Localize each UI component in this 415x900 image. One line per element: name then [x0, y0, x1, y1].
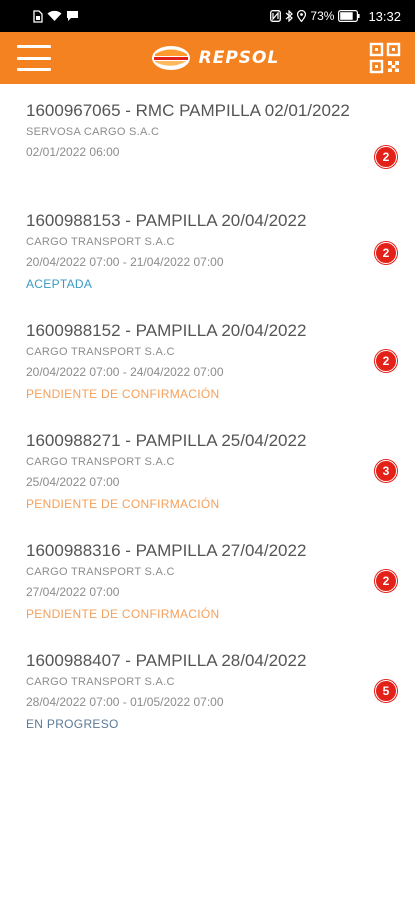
wifi-icon — [47, 10, 62, 22]
notification-badge: 2 — [375, 242, 397, 264]
order-item[interactable]: 1600988316 - PAMPILLA 27/04/2022 CARGO T… — [0, 528, 415, 638]
order-dates: 20/04/2022 07:00 - 24/04/2022 07:00 — [26, 365, 224, 379]
order-dates: 20/04/2022 07:00 - 21/04/2022 07:00 — [26, 255, 224, 269]
order-item[interactable]: 1600967065 - RMC PAMPILLA 02/01/2022 SER… — [0, 88, 415, 198]
order-company: CARGO TRANSPORT S.A.C — [26, 456, 175, 468]
status-bar: 73% 13:32 — [0, 0, 415, 32]
qr-code-icon — [369, 42, 401, 74]
battery-icon — [338, 10, 361, 22]
bluetooth-icon — [285, 10, 294, 22]
order-title: 1600988407 - PAMPILLA 28/04/2022 — [26, 651, 307, 670]
battery-percentage: 73% — [310, 9, 335, 23]
status-bar-right: 73% 13:32 — [270, 9, 401, 24]
order-item[interactable]: 1600988152 - PAMPILLA 20/04/2022 CARGO T… — [0, 308, 415, 418]
order-dates: 25/04/2022 07:00 — [26, 475, 120, 489]
notification-badge: 5 — [375, 680, 397, 702]
orders-list: 1600967065 - RMC PAMPILLA 02/01/2022 SER… — [0, 88, 415, 748]
clock: 13:32 — [368, 8, 401, 24]
order-dates: 02/01/2022 06:00 — [26, 145, 120, 159]
menu-button[interactable] — [17, 45, 51, 71]
repsol-logo: REPSOL — [151, 45, 280, 71]
order-company: CARGO TRANSPORT S.A.C — [26, 346, 175, 358]
order-company: SERVOSA CARGO S.A.C — [26, 126, 160, 138]
sim-icon — [33, 9, 43, 23]
order-item[interactable]: 1600988407 - PAMPILLA 28/04/2022 CARGO T… — [0, 638, 415, 748]
status-bar-left — [33, 9, 79, 23]
order-status: PENDIENTE DE CONFIRMACIÓN — [26, 607, 220, 621]
order-status: PENDIENTE DE CONFIRMACIÓN — [26, 497, 220, 511]
order-item[interactable]: 1600988271 - PAMPILLA 25/04/2022 CARGO T… — [0, 418, 415, 528]
notification-badge: 2 — [375, 146, 397, 168]
app-bar: REPSOL — [0, 32, 415, 84]
order-dates: 28/04/2022 07:00 - 01/05/2022 07:00 — [26, 695, 224, 709]
order-status: PENDIENTE DE CONFIRMACIÓN — [26, 387, 220, 401]
qr-scan-button[interactable] — [369, 42, 401, 74]
notification-badge: 2 — [375, 350, 397, 372]
order-title: 1600988271 - PAMPILLA 25/04/2022 — [26, 431, 307, 450]
order-company: CARGO TRANSPORT S.A.C — [26, 566, 175, 578]
order-title: 1600988153 - PAMPILLA 20/04/2022 — [26, 211, 307, 230]
order-title: 1600967065 - RMC PAMPILLA 02/01/2022 — [26, 101, 350, 120]
hamburger-icon-line — [17, 56, 51, 60]
order-dates: 27/04/2022 07:00 — [26, 585, 120, 599]
brand-name: REPSOL — [198, 48, 280, 68]
notification-badge: 2 — [375, 570, 397, 592]
message-icon — [66, 10, 79, 22]
order-title: 1600988316 - PAMPILLA 27/04/2022 — [26, 541, 307, 560]
order-company: CARGO TRANSPORT S.A.C — [26, 676, 175, 688]
order-title: 1600988152 - PAMPILLA 20/04/2022 — [26, 321, 307, 340]
location-icon — [297, 10, 307, 22]
order-status: EN PROGRESO — [26, 717, 119, 731]
repsol-emblem-icon — [151, 46, 190, 70]
order-status: ACEPTADA — [26, 277, 93, 291]
order-company: CARGO TRANSPORT S.A.C — [26, 236, 175, 248]
hamburger-icon-line — [17, 45, 51, 48]
notification-badge: 3 — [375, 460, 397, 482]
hamburger-icon-line — [17, 68, 51, 71]
order-item[interactable]: 1600988153 - PAMPILLA 20/04/2022 CARGO T… — [0, 198, 415, 308]
nfc-icon — [270, 10, 282, 22]
